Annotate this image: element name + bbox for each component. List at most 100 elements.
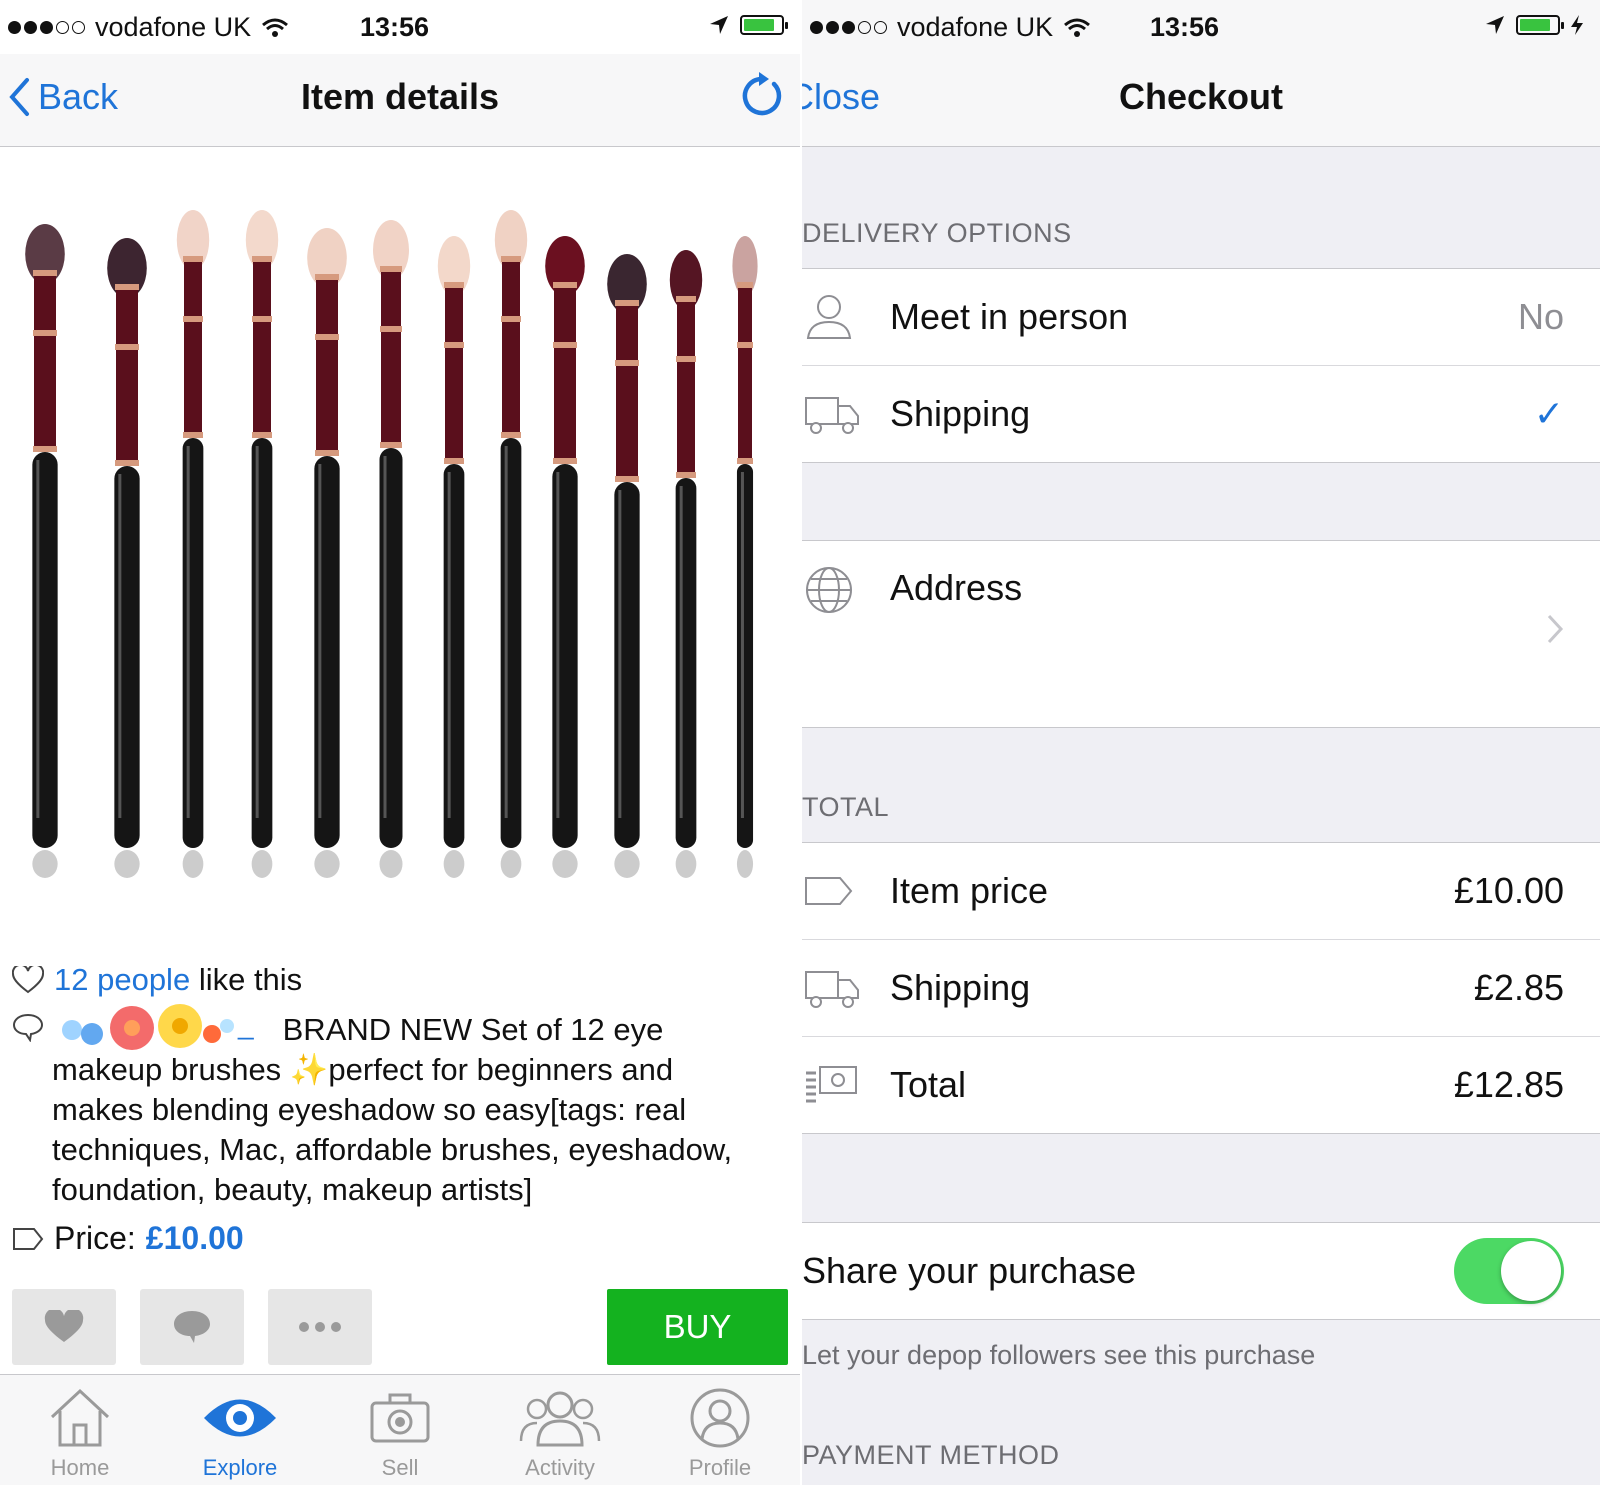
tag-icon [805,877,853,905]
likes-suffix: like this [198,962,303,997]
meet-in-person-row[interactable]: Meet in person No [802,269,1600,366]
tab-profile[interactable]: Profile [640,1375,800,1485]
person-icon [806,295,852,339]
share-purchase-note: Let your depop followers see this purcha… [802,1340,1316,1370]
brush [107,238,147,878]
username-sticker[interactable]: _ [52,1004,274,1050]
tab-activity[interactable]: Activity [480,1375,640,1485]
payment-method-header: PAYMENT METHOD [802,1440,1060,1470]
shipping-option-label: Shipping [890,393,1031,434]
shipping-cost-label: Shipping [890,967,1031,1008]
tag-icon [13,1227,44,1250]
signal-icon [8,21,85,34]
brush [437,236,471,878]
page-title: Checkout [1118,76,1284,117]
svg-text:_: _ [237,1009,254,1040]
share-purchase-toggle[interactable] [1454,1238,1564,1304]
status-bar: vodafone UK 13:56 [0,0,800,54]
tab-bar: Home Explore Sell Activity Profile [0,1374,800,1485]
total-value: £12.85 [1453,1064,1564,1105]
address-label: Address [890,567,1023,608]
clock: 13:56 [1150,12,1220,42]
product-image[interactable] [0,148,800,938]
action-bar: BUY [12,1289,788,1367]
comment-button[interactable] [140,1289,244,1365]
comment-icon [12,1013,44,1042]
shipping-cost-row: Shipping £2.85 [802,940,1600,1037]
price-line: Price: £10.00 [12,1220,244,1257]
truck-icon [805,971,859,1008]
item-price-label: Item price [890,870,1049,911]
total-label: Total [890,1064,967,1105]
brush [494,210,528,878]
wifi-icon [1064,18,1091,37]
nav-bar: Close Checkout [802,54,1600,147]
charging-icon [1571,15,1583,35]
tab-sell[interactable]: Sell [320,1375,480,1485]
heart-outline-icon [12,966,44,994]
checkout-screen: vodafone UK 13:56 Close Checkout DELIVER… [802,0,1600,1485]
camera-icon [370,1393,430,1443]
shipping-cost-value: £2.85 [1473,967,1564,1008]
total-row: Total £12.85 [802,1037,1600,1133]
eye-icon [204,1399,276,1437]
checkmark-icon: ✓ [1533,393,1564,434]
refresh-button[interactable] [738,70,784,125]
likes-count-link[interactable]: 12 people [54,962,190,997]
shipping-option-row[interactable]: Shipping ✓ [802,366,1600,462]
battery-icon [740,15,788,35]
meet-in-person-label: Meet in person [890,296,1129,337]
share-group: Share your purchase [802,1222,1600,1320]
delivery-options-header: DELIVERY OPTIONS [802,218,1072,248]
brush [732,236,758,878]
tab-explore[interactable]: Explore [160,1375,320,1485]
money-icon [806,1066,857,1103]
signal-icon [810,21,887,34]
item-description: _ BRAND NEW Set of 12 eye makeup brushes… [12,1004,772,1210]
battery-icon [1516,15,1564,35]
brush [307,228,347,878]
price-value: £10.00 [145,1220,244,1256]
brush [176,210,210,878]
brush [245,210,279,878]
people-icon [519,1391,601,1447]
like-button[interactable] [12,1289,116,1365]
item-price-row: Item price £10.00 [802,843,1600,940]
address-row[interactable]: Address [802,541,1600,727]
truck-icon [805,397,859,434]
likes-line: 12 people like this [12,962,302,998]
home-icon [50,1388,110,1447]
delivery-options-group: Meet in person No Shipping ✓ [802,268,1600,463]
item-price-value: £10.00 [1453,870,1564,911]
brush [669,250,703,878]
speech-bubble-icon [174,1311,210,1343]
brush [607,254,647,878]
address-group: Address [802,540,1600,728]
wifi-icon [262,18,289,37]
heart-icon [44,1310,84,1342]
share-purchase-row: Share your purchase [802,1223,1600,1319]
brush [25,224,65,878]
total-header: TOTAL [802,792,890,822]
buy-button[interactable]: BUY [607,1289,788,1365]
brush [373,220,409,878]
tab-home[interactable]: Home [0,1375,160,1485]
item-details-screen: vodafone UK 13:56 Back Item details 12 p… [0,0,800,1485]
makeup-brushes-photo [25,210,758,878]
person-icon [690,1388,750,1448]
more-button[interactable] [268,1289,372,1365]
share-purchase-label: Share your purchase [802,1250,1137,1291]
nav-bar: Back Item details [0,54,800,147]
totals-group: Item price £10.00 Shipping £2.85 Total £… [802,842,1600,1134]
carrier-name: vodafone UK [95,12,252,42]
chevron-right-icon [1547,614,1564,644]
globe-icon [806,567,852,613]
location-arrow-icon [710,16,728,34]
page-title: Item details [300,76,500,117]
refresh-icon [742,72,782,116]
meet-in-person-value: No [1517,296,1564,337]
price-label: Price: [54,1220,136,1256]
clock: 13:56 [360,12,430,42]
more-dots-icon [299,1322,341,1332]
carrier-name: vodafone UK [897,12,1054,42]
